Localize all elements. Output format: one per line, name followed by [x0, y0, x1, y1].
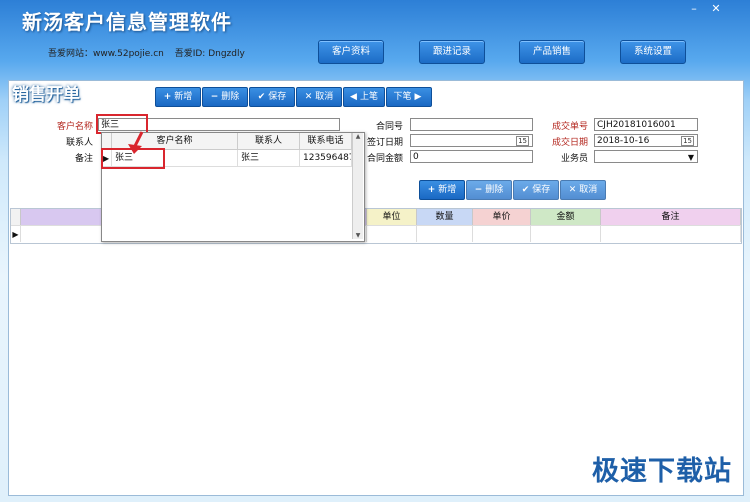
grid-header-amount: 金额 — [531, 209, 601, 225]
nav-follow-up[interactable]: 跟进记录 — [419, 40, 485, 64]
detail-save-button[interactable]: ✔ 保存 — [513, 180, 559, 200]
grid-cell-note[interactable] — [601, 225, 741, 242]
contract-amount-value: 0 — [413, 152, 419, 162]
minimize-button[interactable]: – — [684, 1, 704, 16]
arrow-left-icon: ◀ — [350, 92, 357, 102]
deal-no-label: 成交单号 — [551, 122, 588, 132]
delete-button[interactable]: − 删除 — [202, 87, 248, 107]
nav-system-settings[interactable]: 系统设置 — [620, 40, 686, 64]
detail-save-label: 保存 — [532, 185, 551, 195]
close-icon: ✕ — [304, 92, 313, 102]
note-label: 备注 — [74, 154, 93, 164]
next-label: 下笔 — [393, 92, 412, 102]
app-title: 新汤客户信息管理软件 — [22, 10, 232, 34]
grid-cell-qty[interactable] — [417, 225, 473, 242]
dropdown-scrollbar[interactable]: ▲ ▼ — [352, 133, 363, 239]
grid-cell-amount[interactable] — [531, 225, 601, 242]
panel-title: 销售开单 — [12, 85, 80, 105]
plus-icon: + — [427, 185, 436, 195]
grid-cell-price[interactable] — [473, 225, 531, 242]
check-icon: ✔ — [257, 92, 266, 102]
prev-record-button[interactable]: ◀ 上笔 — [343, 87, 385, 107]
dropdown-header-contact: 联系人 — [238, 133, 300, 150]
detail-delete-label: 删除 — [485, 185, 504, 195]
next-record-button[interactable]: 下笔 ▶ — [386, 87, 432, 107]
customer-label: 客户名称 — [56, 122, 93, 132]
contract-amount-input[interactable]: 0 — [410, 150, 533, 163]
annotation-arrow-icon — [128, 131, 144, 154]
calendar-icon[interactable]: 15 — [681, 136, 694, 146]
save-label: 保存 — [268, 92, 287, 102]
contact-label: 联系人 — [65, 138, 93, 148]
detail-cancel-label: 取消 — [579, 185, 598, 195]
check-icon: ✔ — [521, 185, 530, 195]
scroll-down-icon[interactable]: ▼ — [353, 232, 363, 239]
grid-header-note: 备注 — [601, 209, 741, 225]
detail-add-label: 新增 — [438, 185, 457, 195]
salesman-select[interactable]: ▼ — [594, 150, 698, 163]
contract-no-input[interactable] — [410, 118, 533, 131]
dropdown-header-phone: 联系电话 — [300, 133, 352, 150]
deal-date-label: 成交日期 — [551, 138, 588, 148]
dropdown-cell-contact[interactable]: 张三 — [238, 150, 300, 167]
grid-header-unit: 单位 — [367, 209, 417, 225]
salesman-label: 业务员 — [560, 154, 588, 164]
close-button[interactable]: ✕ — [706, 1, 726, 16]
cancel-button[interactable]: ✕ 取消 — [296, 87, 342, 107]
nav-customer-info[interactable]: 客户资料 — [318, 40, 384, 64]
detail-delete-button[interactable]: − 删除 — [466, 180, 512, 200]
deal-date-value: 2018-10-16 — [597, 136, 650, 146]
grid-header-qty: 数量 — [417, 209, 473, 225]
cancel-label: 取消 — [315, 92, 334, 102]
grid-row-indicator: ▶ — [11, 225, 21, 242]
delete-label: 删除 — [221, 92, 240, 102]
dropdown-cell-phone[interactable]: 123596487 — [300, 150, 352, 167]
add-button[interactable]: + 新增 — [155, 87, 201, 107]
close-icon: ✕ — [568, 185, 577, 195]
detail-add-button[interactable]: + 新增 — [419, 180, 465, 200]
site-info: 吾爱网站：www.52pojie.cn 吾爱ID: Dngzdly — [48, 46, 253, 59]
scroll-up-icon[interactable]: ▲ — [353, 133, 363, 140]
nav-product-sales[interactable]: 产品销售 — [519, 40, 585, 64]
save-button[interactable]: ✔ 保存 — [249, 87, 295, 107]
watermark: 极速下载站 — [592, 456, 732, 487]
deal-no-value: CJH20181016001 — [597, 120, 676, 130]
minus-icon: − — [474, 185, 483, 195]
sign-date-input[interactable]: 15 — [410, 134, 533, 147]
minus-icon: − — [210, 92, 219, 102]
chevron-down-icon: ▼ — [687, 153, 694, 162]
deal-date-input[interactable]: 2018-10-16 15 — [594, 134, 698, 147]
grid-cell-unit[interactable] — [367, 225, 417, 242]
plus-icon: + — [163, 92, 172, 102]
detail-cancel-button[interactable]: ✕ 取消 — [560, 180, 606, 200]
grid-header-price: 单价 — [473, 209, 531, 225]
add-label: 新增 — [174, 92, 193, 102]
prev-label: 上笔 — [359, 92, 378, 102]
deal-no-input[interactable]: CJH20181016001 — [594, 118, 698, 131]
id-label: 吾爱ID: Dngzdly — [174, 49, 245, 59]
contract-no-label: 合同号 — [375, 122, 403, 132]
grid-corner — [11, 209, 21, 225]
site-label: 吾爱网站：www.52pojie.cn — [48, 49, 164, 59]
arrow-right-icon: ▶ — [414, 92, 422, 102]
